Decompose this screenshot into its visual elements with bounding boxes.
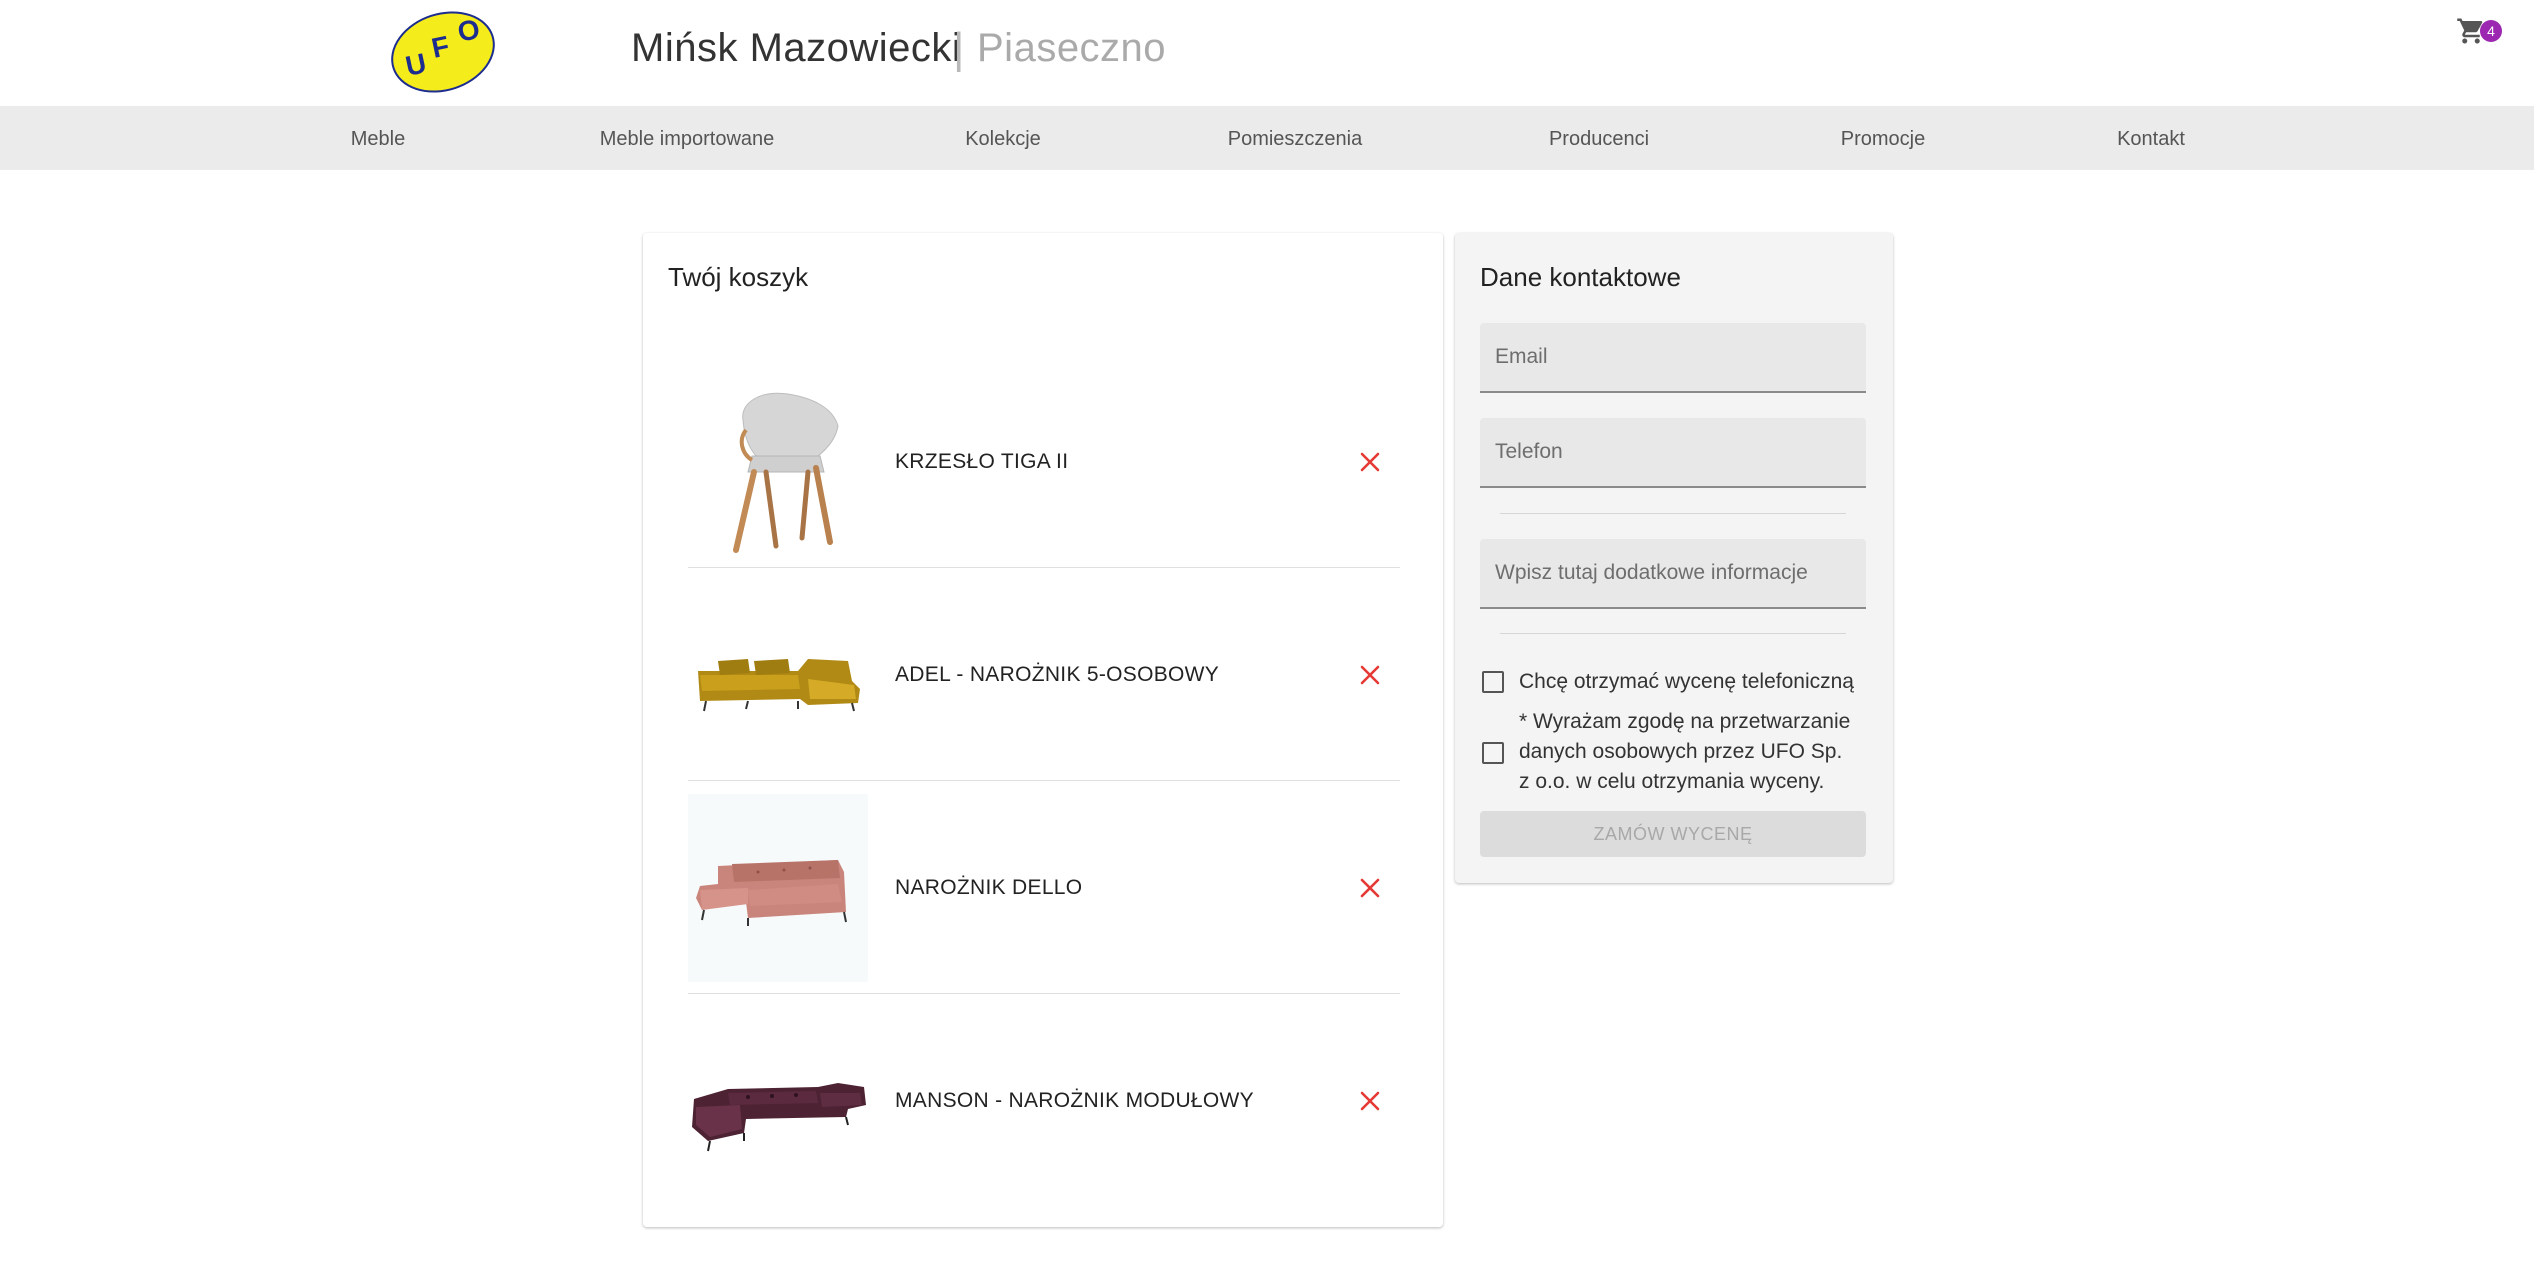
close-icon[interactable] [1358,450,1382,474]
close-icon[interactable] [1358,663,1382,687]
phone-quote-label[interactable]: Chcę otrzymać wycenę telefoniczną [1519,667,1854,697]
city-piaseczno-link[interactable]: Piaseczno [977,26,1166,71]
nav-item-meble-importowane[interactable]: Meble importowane [600,106,775,170]
cart-item-name[interactable]: MANSON - NAROŻNIK MODUŁOWY [895,1089,1254,1113]
city-separator: | [953,24,965,73]
contact-panel: Dane kontaktowe Chcę otrzymać wycenę tel… [1455,233,1893,883]
nav-item-kontakt[interactable]: Kontakt [2117,106,2185,170]
cart-button[interactable]: 4 [2456,14,2504,50]
cart-item-name[interactable]: ADEL - NAROŻNIK 5-OSOBOWY [895,663,1219,687]
cart-item: KRZESŁO TIGA II [688,355,1400,568]
nav-item-kolekcje[interactable]: Kolekcje [965,106,1041,170]
consent-checkbox[interactable] [1482,742,1504,764]
ufo-logo[interactable]: U F O [388,6,498,94]
nav-item-producenci[interactable]: Producenci [1549,106,1649,170]
email-field [1480,323,1866,393]
corner-sofa-pink-image[interactable] [688,794,868,982]
consent-label-line-2[interactable]: danych osobowych przez UFO Sp. [1519,737,1842,767]
nav-item-pomieszczenia[interactable]: Pomieszczenia [1228,106,1363,170]
site-header: U F O Mińsk Mazowiecki | Piaseczno 4 [0,0,2534,106]
chair-image[interactable] [688,368,868,556]
divider [1500,633,1846,634]
email-input[interactable] [1480,323,1866,391]
cart-item: MANSON - NAROŻNIK MODUŁOWY [688,994,1400,1207]
consent-label-line-1[interactable]: * Wyrażam zgodę na przetwarzanie [1519,707,1850,737]
consent-label-line-3[interactable]: z o.o. w celu otrzymania wyceny. [1519,767,1824,797]
close-icon[interactable] [1358,876,1382,900]
order-quote-button[interactable]: ZAMÓW WYCENĘ [1480,811,1866,857]
cart-title: Twój koszyk [668,262,809,292]
divider [1500,513,1846,514]
cart-item-name[interactable]: NAROŻNIK DELLO [895,876,1082,900]
phone-input[interactable] [1480,418,1866,486]
contact-title: Dane kontaktowe [1480,262,1681,292]
corner-sofa-mustard-image[interactable] [688,581,868,769]
phone-field [1480,418,1866,488]
cart-count-badge: 4 [2480,20,2502,42]
nav-item-meble[interactable]: Meble [351,106,405,170]
cart-item: ADEL - NAROŻNIK 5-OSOBOWY [688,568,1400,781]
phone-quote-checkbox[interactable] [1482,671,1504,693]
nav-item-promocje[interactable]: Promocje [1841,106,1925,170]
cart-item-name[interactable]: KRZESŁO TIGA II [895,450,1068,474]
modular-sofa-burgundy-image[interactable] [688,1007,868,1195]
city-minsk-link[interactable]: Mińsk Mazowiecki [631,26,961,71]
cart-item: NAROŻNIK DELLO [688,781,1400,994]
main-nav: Meble Meble importowane Kolekcje Pomiesz… [0,106,2534,170]
close-icon[interactable] [1358,1089,1382,1113]
additional-info-input[interactable] [1480,539,1866,607]
additional-info-field [1480,539,1866,609]
cart-panel: Twój koszyk KRZESŁO TIGA II ADEL - NAROŻ… [643,233,1443,1227]
